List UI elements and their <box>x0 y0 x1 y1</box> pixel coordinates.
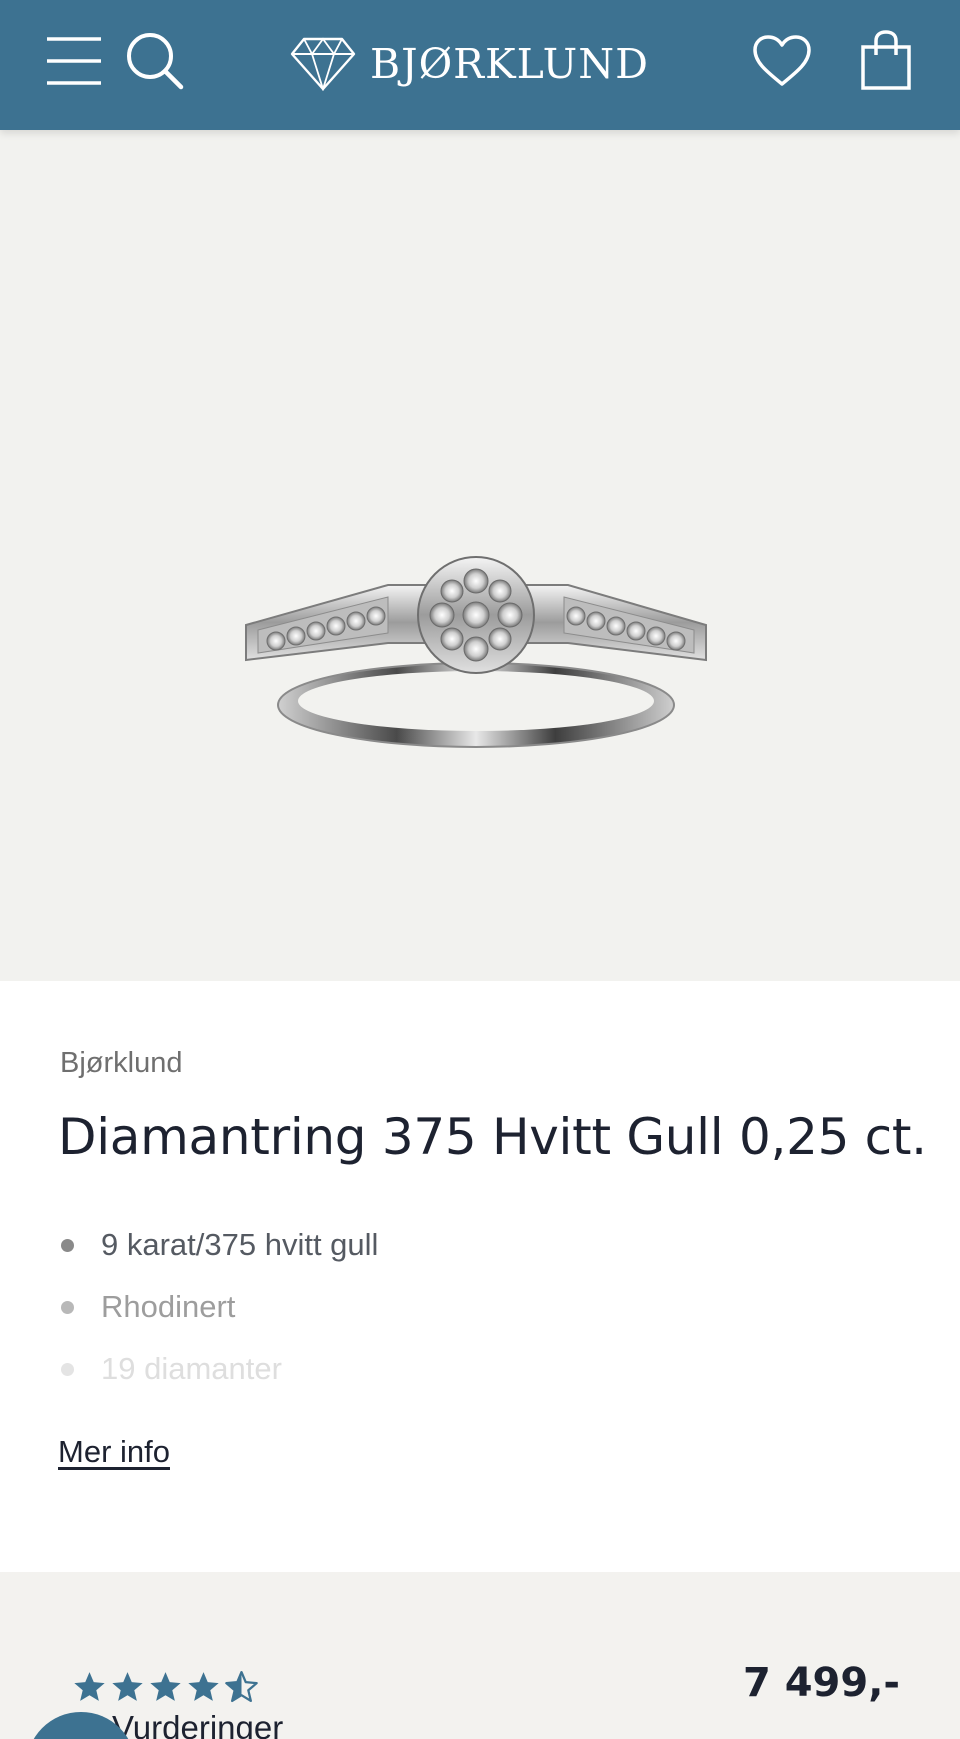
star-full-icon <box>188 1672 219 1701</box>
product-gallery[interactable] <box>0 130 960 1052</box>
site-header: BJØRKLUND <box>0 0 960 130</box>
search-icon[interactable] <box>124 30 186 92</box>
feature-text: Rhodinert <box>101 1289 236 1324</box>
bullet-icon <box>61 1363 74 1376</box>
feature-item: 19 diamanter <box>60 1349 378 1411</box>
star-full-icon <box>150 1672 181 1701</box>
star-full-icon <box>112 1672 143 1701</box>
reviews-link[interactable]: Vurderinger <box>112 1709 283 1739</box>
product-price: 7 499,- <box>742 1660 900 1706</box>
product-title: Diamantring 375 Hvitt Gull 0,25 ct. <box>58 1108 927 1166</box>
star-half-icon <box>225 1670 258 1703</box>
rating-stars[interactable] <box>72 1670 259 1704</box>
brand-logo[interactable]: BJØRKLUND <box>290 34 649 94</box>
product-brand[interactable]: Bjørklund <box>60 1047 183 1080</box>
feature-text: 19 diamanter <box>101 1351 282 1386</box>
logo-text: BJØRKLUND <box>370 40 649 88</box>
bullet-icon <box>61 1239 74 1252</box>
heart-icon[interactable] <box>750 32 814 90</box>
product-image[interactable] <box>238 555 714 765</box>
feature-item: 9 karat/375 hvitt gull <box>60 1225 378 1287</box>
diamond-logo-icon <box>290 37 356 91</box>
star-full-icon <box>74 1672 105 1701</box>
more-info-link[interactable]: Mer info <box>58 1434 170 1470</box>
feature-item: Rhodinert <box>60 1287 378 1349</box>
shopping-bag-icon[interactable] <box>858 28 914 92</box>
menu-icon[interactable] <box>44 32 104 90</box>
bullet-icon <box>61 1301 74 1314</box>
feature-text: 9 karat/375 hvitt gull <box>101 1227 379 1262</box>
feature-list: 9 karat/375 hvitt gull Rhodinert 19 diam… <box>60 1225 378 1411</box>
